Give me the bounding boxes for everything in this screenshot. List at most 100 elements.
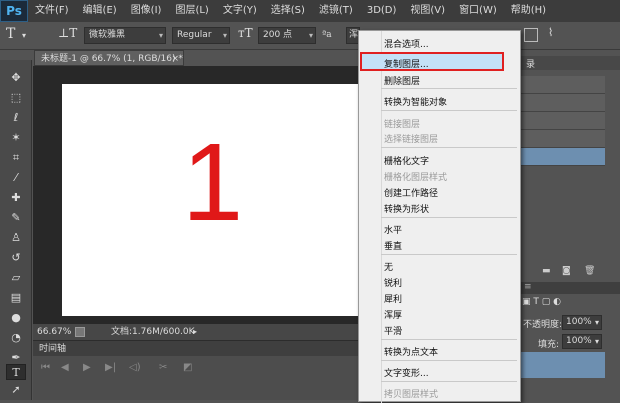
menu-item-convert-to-shape[interactable]: 转换为形状	[384, 202, 429, 215]
filter-icons[interactable]: ▣ T ▢ ◐	[522, 297, 561, 307]
next-frame-icon[interactable]: ▶|	[105, 362, 116, 373]
menu-window[interactable]: 窗口(W)	[452, 0, 504, 22]
menu-image[interactable]: 图像(I)	[124, 0, 169, 22]
layer-row-selected[interactable]	[520, 148, 605, 166]
type-tool-icon[interactable]: T	[6, 26, 15, 42]
font-family-value: 微软雅黑	[89, 30, 126, 40]
menu-help[interactable]: 帮助(H)	[504, 0, 553, 22]
first-frame-icon[interactable]: ⏮	[41, 362, 50, 373]
play-icon[interactable]: ▶	[83, 362, 91, 373]
opacity-label: 不透明度:	[523, 320, 563, 330]
menu-3d[interactable]: 3D(D)	[360, 0, 404, 22]
panel-menu-icon[interactable]: ≡	[524, 282, 532, 292]
menu-item-convert-smart-object[interactable]: 转换为智能对象	[384, 95, 447, 108]
fill-value: 100%	[566, 336, 592, 346]
canvas-text-layer[interactable]: 1	[182, 128, 243, 238]
tool-preset-dropdown-icon[interactable]: ▾	[22, 31, 26, 40]
layers-footer: ▬ ◙ 🗑	[520, 266, 620, 278]
close-icon[interactable]: ×	[171, 51, 179, 67]
healing-brush-tool-icon[interactable]: ✚	[6, 190, 26, 206]
gradient-tool-icon[interactable]: ▤	[6, 290, 26, 306]
path-selection-tool-icon[interactable]: ➚	[6, 382, 26, 398]
layer-row-active[interactable]	[520, 352, 605, 378]
menu-separator	[381, 110, 517, 111]
menu-item-rasterize-style: 栅格化图层样式	[384, 173, 448, 183]
menu-filter[interactable]: 滤镜(T)	[312, 0, 360, 22]
move-tool-icon[interactable]: ✥	[6, 70, 26, 86]
layer-row[interactable]	[520, 76, 605, 94]
warp-text-icon[interactable]: ⌇	[548, 26, 553, 39]
menu-edit[interactable]: 编辑(E)	[76, 0, 124, 22]
menu-separator	[381, 88, 517, 89]
menu-item-link-layers: 链接图层	[384, 120, 421, 130]
orientation-toggle-icon[interactable]: ⊥T	[58, 26, 77, 40]
marquee-tool-icon[interactable]: ⬚	[6, 90, 26, 106]
menu-item-duplicate-layer[interactable]: 复制图层...	[384, 57, 429, 70]
layer-row[interactable]	[520, 94, 605, 112]
audio-icon[interactable]: ◁)	[129, 362, 141, 373]
menu-layer[interactable]: 图层(L)	[168, 0, 215, 22]
menu-item-rasterize-type[interactable]: 栅格化文字	[384, 154, 429, 167]
eyedropper-tool-icon[interactable]: ⁄	[6, 170, 26, 186]
menu-item-aa-smooth[interactable]: 平滑	[384, 324, 402, 337]
tools-panel: ✥ ⬚ ℓ ✶ ⌗ ⁄ ✚ ✎ ♙ ↺ ▱ ▤ ● ◔ ✒ T ➚	[0, 60, 32, 400]
chevron-down-icon: ▾	[222, 31, 227, 40]
menu-separator	[381, 217, 517, 218]
menu-item-blending-options[interactable]: 混合选项...	[384, 37, 429, 50]
eraser-tool-icon[interactable]: ▱	[6, 270, 26, 286]
color-swatch[interactable]	[524, 28, 538, 42]
layer-row[interactable]	[520, 130, 605, 148]
menu-separator	[381, 254, 517, 255]
menu-item-horizontal[interactable]: 水平	[384, 223, 402, 236]
new-group-icon[interactable]: ▬	[542, 266, 551, 276]
menu-view[interactable]: 视图(V)	[403, 0, 452, 22]
opacity-input[interactable]: 100% ▾	[562, 315, 602, 330]
menu-item-aa-crisp[interactable]: 犀利	[384, 292, 402, 305]
font-family-select[interactable]: 微软雅黑 ▾	[84, 27, 166, 44]
menu-item-aa-sharp[interactable]: 锐利	[384, 276, 402, 289]
menu-item-aa-none[interactable]: 无	[384, 260, 393, 273]
zoom-level[interactable]: 66.67%	[37, 324, 71, 340]
menu-item-copy-layer-style: 拷贝图层样式	[384, 390, 439, 400]
trash-icon[interactable]: 🗑	[584, 266, 595, 276]
layer-row[interactable]	[520, 112, 605, 130]
chevron-down-icon: ▾	[594, 318, 599, 327]
menu-separator	[381, 339, 517, 340]
document-tab[interactable]: 未标题-1 @ 66.7% (1, RGB/16) * ×	[34, 50, 184, 66]
menu-item-aa-strong[interactable]: 浑厚	[384, 308, 402, 321]
menu-select[interactable]: 选择(S)	[264, 0, 312, 22]
font-size-select[interactable]: 200 点 ▾	[258, 27, 316, 44]
menu-file[interactable]: 文件(F)	[28, 0, 76, 22]
lasso-tool-icon[interactable]: ℓ	[6, 110, 26, 126]
menu-item-warp-text[interactable]: 文字变形...	[384, 366, 429, 379]
magic-wand-tool-icon[interactable]: ✶	[6, 130, 26, 146]
dodge-tool-icon[interactable]: ◔	[6, 330, 26, 346]
history-brush-tool-icon[interactable]: ↺	[6, 250, 26, 266]
info-arrow-icon[interactable]: ▸	[193, 324, 197, 340]
menu-item-convert-point-text[interactable]: 转换为点文本	[384, 345, 438, 358]
type-tool-icon[interactable]: T	[6, 364, 26, 380]
menu-item-delete-layer[interactable]: 删除图层	[384, 74, 420, 87]
prev-frame-icon[interactable]: ◀	[61, 362, 69, 373]
menu-separator	[381, 360, 517, 361]
timeline-title[interactable]: 时间轴	[39, 344, 66, 354]
layer-context-menu	[358, 30, 521, 403]
export-icon[interactable]	[75, 327, 85, 337]
blur-tool-icon[interactable]: ●	[6, 310, 26, 326]
menu-type[interactable]: 文字(Y)	[216, 0, 264, 22]
menu-item-create-work-path[interactable]: 创建工作路径	[384, 186, 438, 199]
chevron-down-icon: ▾	[594, 337, 599, 346]
document-canvas[interactable]: 1	[62, 84, 360, 316]
font-style-select[interactable]: Regular ▾	[172, 27, 230, 44]
document-tab-title: 未标题-1 @ 66.7% (1, RGB/16) *	[41, 54, 183, 64]
menu-item-vertical[interactable]: 垂直	[384, 239, 402, 252]
document-info: 文档:1.76M/600.0K	[111, 327, 195, 337]
clone-stamp-tool-icon[interactable]: ♙	[6, 230, 26, 246]
camera-icon[interactable]: ◙	[562, 266, 571, 276]
panel-tab-partial[interactable]: 录	[526, 57, 535, 70]
crop-tool-icon[interactable]: ⌗	[6, 150, 26, 166]
fill-input[interactable]: 100% ▾	[562, 334, 602, 349]
transition-icon[interactable]: ◩	[183, 362, 192, 373]
scissors-icon[interactable]: ✂	[159, 362, 167, 373]
brush-tool-icon[interactable]: ✎	[6, 210, 26, 226]
